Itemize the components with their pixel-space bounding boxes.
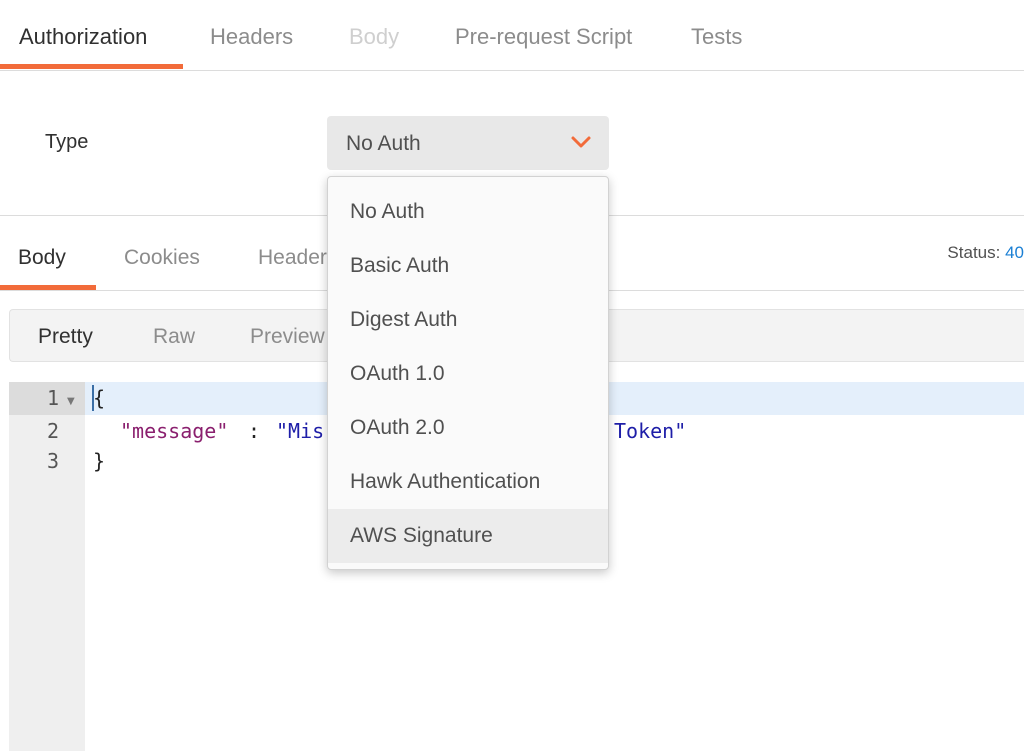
view-preview[interactable]: Preview — [250, 325, 325, 349]
json-value-start: "Mis — [276, 419, 325, 443]
tab-headers[interactable]: Headers — [210, 24, 293, 50]
active-tab-indicator — [0, 64, 183, 69]
view-pretty[interactable]: Pretty — [38, 325, 93, 349]
line-number: 3 — [47, 449, 60, 473]
json-value-end: Token" — [614, 419, 687, 443]
line-number: 2 — [47, 419, 60, 443]
response-status: Status: 40 — [947, 243, 1024, 263]
dropdown-option-basic-auth[interactable]: Basic Auth — [328, 239, 608, 293]
code-close-brace: } — [93, 449, 106, 473]
tab-pre-request-script[interactable]: Pre-request Script — [455, 24, 632, 50]
chevron-down-icon — [571, 136, 591, 148]
tab-body[interactable]: Body — [349, 24, 399, 50]
auth-type-label: Type — [45, 131, 89, 153]
dropdown-option-oauth-1[interactable]: OAuth 1.0 — [328, 347, 608, 401]
tab-tests[interactable]: Tests — [691, 24, 742, 50]
json-key-message: "message" — [120, 419, 229, 443]
code-open-brace: { — [93, 386, 106, 410]
dropdown-option-oauth-2[interactable]: OAuth 2.0 — [328, 401, 608, 455]
dropdown-option-digest-auth[interactable]: Digest Auth — [328, 293, 608, 347]
auth-type-dropdown-menu: No Auth Basic Auth Digest Auth OAuth 1.0… — [327, 176, 609, 570]
response-tab-cookies[interactable]: Cookies — [124, 246, 200, 270]
status-value: 40 — [1005, 243, 1024, 262]
response-tab-body[interactable]: Body — [18, 246, 66, 270]
status-label: Status: — [947, 243, 1001, 262]
response-active-tab-indicator — [0, 285, 96, 290]
view-raw[interactable]: Raw — [153, 325, 195, 349]
line-number: 1 — [47, 386, 60, 410]
auth-type-selected-value: No Auth — [346, 132, 421, 155]
json-colon: : — [248, 419, 273, 443]
response-tab-headers[interactable]: Header — [258, 246, 327, 270]
tab-authorization[interactable]: Authorization — [19, 24, 147, 50]
fold-arrow-icon[interactable]: ▼ — [67, 396, 75, 407]
request-tabs-bar: Authorization Headers Body Pre-request S… — [0, 0, 1024, 71]
dropdown-option-hawk-authentication[interactable]: Hawk Authentication — [328, 455, 608, 509]
dropdown-option-no-auth[interactable]: No Auth — [328, 185, 608, 239]
dropdown-option-aws-signature[interactable]: AWS Signature — [328, 509, 608, 563]
auth-type-select[interactable]: No Auth — [327, 116, 609, 170]
